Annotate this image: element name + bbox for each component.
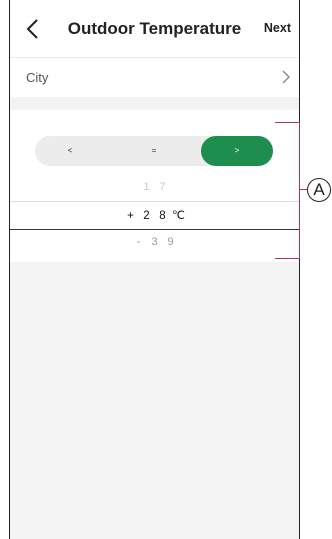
header: Outdoor Temperature Next bbox=[10, 0, 299, 57]
picker-row-selected[interactable]: +2 8 ℃ bbox=[10, 208, 299, 222]
phone-screen: Outdoor Temperature Next City < = > 17 +… bbox=[9, 0, 300, 539]
picker-divider bbox=[10, 201, 299, 202]
picker-divider bbox=[10, 229, 299, 230]
picker-digit: 1 bbox=[143, 181, 150, 193]
callout-bracket bbox=[275, 122, 300, 259]
less-than-option[interactable]: < bbox=[35, 136, 105, 166]
picker-digit: 3 bbox=[151, 236, 158, 248]
picker-sign: - bbox=[136, 236, 141, 248]
callout-label: A bbox=[307, 178, 331, 202]
picker-row-above[interactable]: 17 bbox=[10, 181, 299, 193]
picker-digit: 8 bbox=[159, 210, 166, 222]
city-label: City bbox=[26, 70, 49, 85]
equal-option[interactable]: = bbox=[119, 136, 189, 166]
chevron-right-icon bbox=[282, 70, 290, 84]
picker-unit: ℃ bbox=[172, 210, 185, 222]
city-row[interactable]: City bbox=[10, 57, 299, 97]
next-button[interactable]: Next bbox=[264, 21, 291, 35]
picker-row-below[interactable]: -39 bbox=[10, 236, 299, 248]
picker-digit: 7 bbox=[159, 181, 166, 193]
page-title: Outdoor Temperature bbox=[67, 19, 242, 38]
picker-digit: 9 bbox=[167, 236, 174, 248]
comparison-segmented-control: < = > bbox=[35, 136, 273, 166]
picker-sign: + bbox=[127, 210, 134, 222]
picker-digit: 2 bbox=[143, 210, 150, 222]
greater-than-option[interactable]: > bbox=[201, 136, 273, 166]
